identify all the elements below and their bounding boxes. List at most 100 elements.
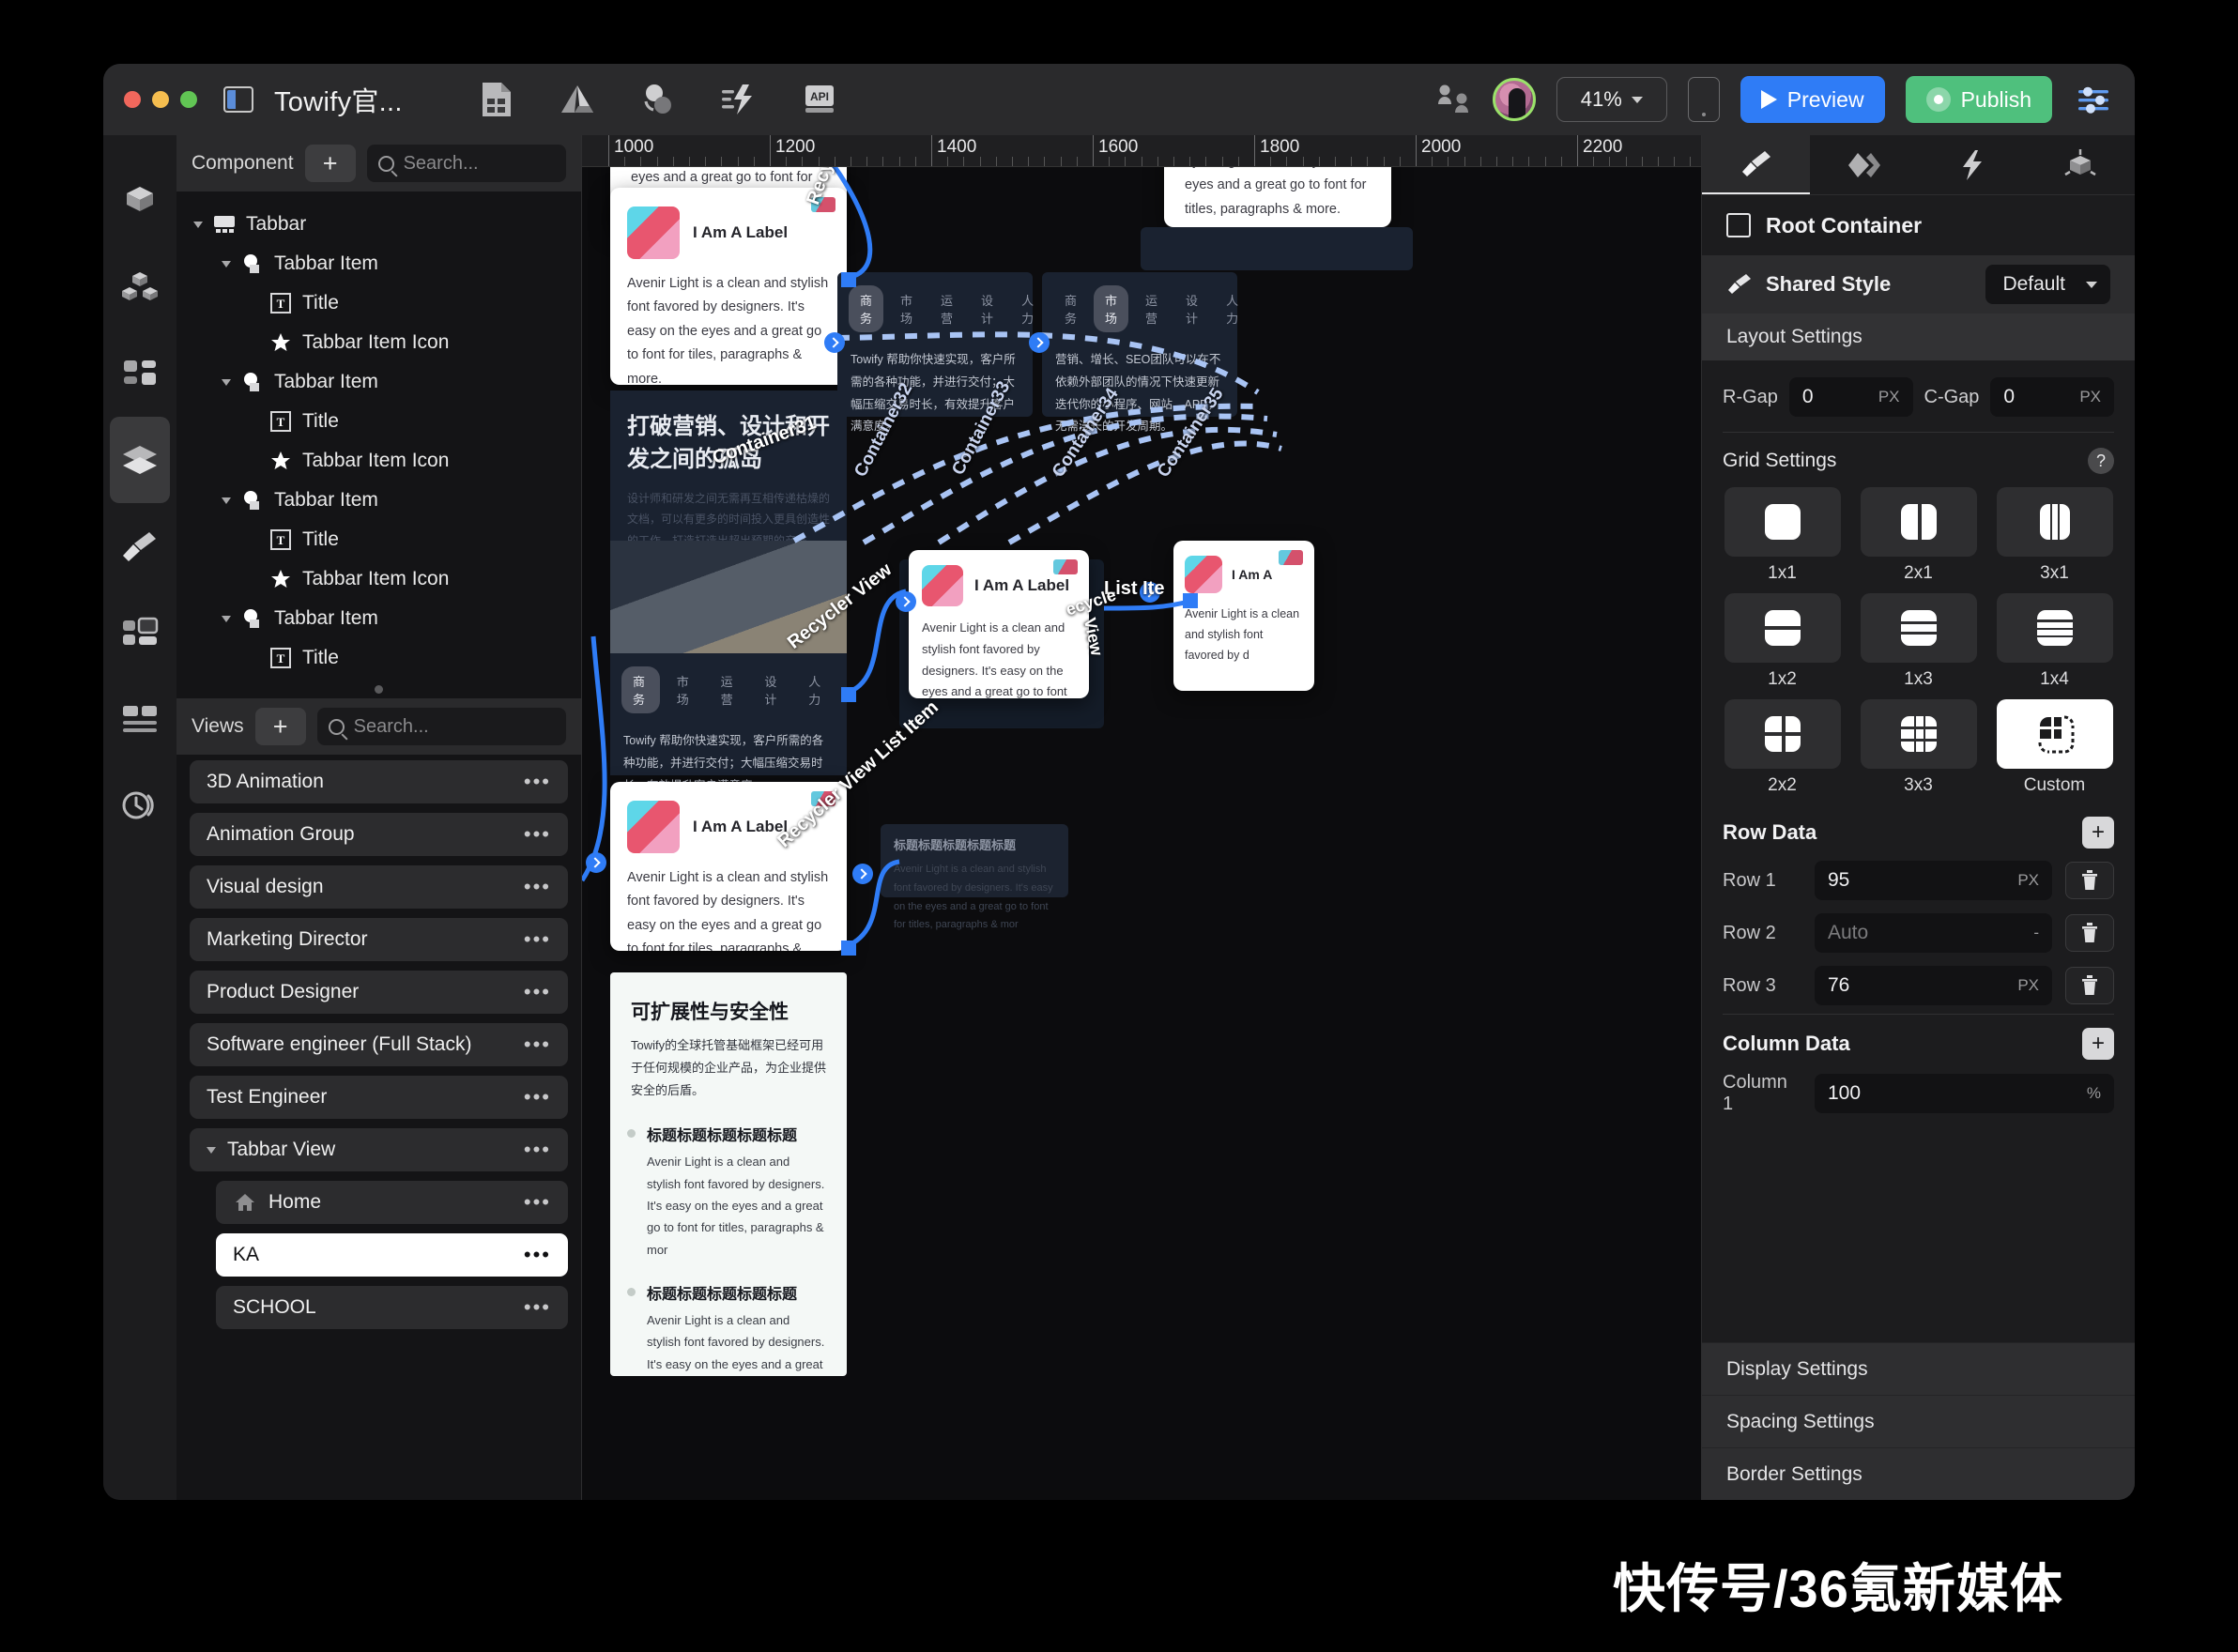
chevron-down-icon[interactable] bbox=[193, 221, 203, 228]
tab-pill[interactable]: 运营 bbox=[929, 285, 964, 332]
view-list-item[interactable]: Product Designer ••• bbox=[190, 971, 568, 1014]
zoom-selector[interactable]: 41% bbox=[1556, 77, 1667, 122]
size-row-input[interactable]: Auto - bbox=[1815, 913, 2052, 953]
grid-preset[interactable]: 2x2 bbox=[1721, 699, 1844, 796]
connector-anchor[interactable] bbox=[586, 852, 606, 873]
canvas-card[interactable]: I Am A Avenir Light is a clean and styli… bbox=[1173, 541, 1314, 691]
connector-anchor[interactable] bbox=[896, 591, 916, 612]
connector-anchor[interactable] bbox=[1029, 332, 1050, 353]
canvas-card[interactable]: I Am A Label Avenir Light is a clean and… bbox=[610, 188, 847, 385]
help-icon[interactable]: ? bbox=[2088, 448, 2114, 474]
bottom-tab-card[interactable]: 商务 市场 运营 设计 人力 Towify 帮助你快速实现，客户所需的各种功能，并进行交… bbox=[610, 653, 847, 792]
view-list-item[interactable]: Software engineer (Full Stack) ••• bbox=[190, 1023, 568, 1066]
sidebar-item-layout[interactable] bbox=[110, 589, 170, 676]
tab-pill[interactable]: 人力 bbox=[1215, 285, 1249, 332]
row-menu-button[interactable]: ••• bbox=[524, 929, 551, 950]
tab-pill[interactable]: 设计 bbox=[970, 285, 1004, 332]
grid-preset-icon[interactable] bbox=[1860, 487, 1977, 557]
collaborators-icon[interactable] bbox=[1434, 81, 1472, 118]
component-search-input[interactable]: Search... bbox=[366, 145, 566, 182]
tree-row[interactable]: Tabbar Item bbox=[176, 244, 581, 283]
row-menu-button[interactable]: ••• bbox=[524, 1034, 551, 1055]
tree-row[interactable]: T Title bbox=[176, 283, 581, 323]
view-list-item[interactable]: 3D Animation ••• bbox=[190, 760, 568, 803]
sidebar-item-component[interactable] bbox=[110, 158, 170, 244]
grid-preset-icon[interactable] bbox=[1996, 593, 2113, 663]
row-menu-button[interactable]: ••• bbox=[524, 1192, 551, 1213]
view-list-item[interactable]: Marketing Director ••• bbox=[190, 918, 568, 961]
sidebar-item-grid[interactable] bbox=[110, 330, 170, 417]
row-menu-button[interactable]: ••• bbox=[524, 1140, 551, 1160]
canvas-card[interactable]: by designers. It's easy on the eyes and … bbox=[1164, 167, 1391, 227]
r-gap-input[interactable]: 0 PX bbox=[1788, 377, 1913, 417]
add-row-button[interactable]: + bbox=[2082, 817, 2114, 849]
row-menu-button[interactable]: ••• bbox=[524, 824, 551, 845]
sliders-icon[interactable] bbox=[2073, 79, 2114, 120]
size-row-input[interactable]: 76 PX bbox=[1815, 966, 2052, 1005]
row-menu-button[interactable]: ••• bbox=[524, 1245, 551, 1265]
sidebar-item-history[interactable] bbox=[110, 762, 170, 849]
tab-layers[interactable] bbox=[1810, 135, 1918, 194]
properties-section-header[interactable]: Border Settings bbox=[1702, 1447, 2135, 1500]
connector-node[interactable] bbox=[1183, 593, 1198, 608]
grid-preset[interactable]: 1x4 bbox=[1993, 593, 2116, 690]
canvas-stage[interactable]: by designers. It's easy on the eyes and … bbox=[582, 167, 1701, 1500]
connector-anchor[interactable] bbox=[824, 332, 845, 353]
connector-anchor[interactable] bbox=[852, 864, 873, 884]
chevron-down-icon[interactable] bbox=[207, 1146, 216, 1154]
tab-pill[interactable]: 运营 bbox=[710, 666, 748, 713]
tab-pill[interactable]: 市场 bbox=[666, 666, 704, 713]
view-list-item[interactable]: Tabbar View ••• bbox=[190, 1128, 568, 1171]
view-list-item[interactable]: SCHOOL ••• bbox=[216, 1286, 568, 1329]
panel-toggle-icon[interactable] bbox=[223, 86, 253, 113]
tab-style[interactable] bbox=[1702, 135, 1811, 194]
connector-node[interactable] bbox=[841, 941, 856, 956]
sidebar-item-layers[interactable] bbox=[110, 417, 170, 503]
delete-row-button[interactable] bbox=[2065, 967, 2114, 1004]
grid-preset[interactable]: Custom bbox=[1993, 699, 2116, 796]
theme-icon[interactable] bbox=[639, 81, 677, 118]
add-view-button[interactable]: + bbox=[254, 708, 306, 745]
grid-preset-icon[interactable] bbox=[1860, 699, 1977, 769]
add-column-button[interactable]: + bbox=[2082, 1028, 2114, 1060]
tab-pill[interactable]: 运营 bbox=[1134, 285, 1169, 332]
c-gap-input[interactable]: 0 PX bbox=[1990, 377, 2114, 417]
avatar[interactable] bbox=[1492, 78, 1536, 121]
canvas-card[interactable]: I Am A Label Avenir Light is a clean and… bbox=[909, 550, 1089, 698]
row-menu-button[interactable]: ••• bbox=[524, 877, 551, 897]
row-menu-button[interactable]: ••• bbox=[524, 982, 551, 1002]
publish-button[interactable]: Publish bbox=[1905, 76, 2052, 123]
views-search-input[interactable]: Search... bbox=[316, 708, 566, 745]
chevron-down-icon[interactable] bbox=[222, 378, 231, 386]
action-icon[interactable] bbox=[720, 81, 758, 118]
api-icon[interactable]: API bbox=[801, 81, 838, 118]
chevron-down-icon[interactable] bbox=[222, 497, 231, 504]
tree-row[interactable]: Tabbar Item bbox=[176, 599, 581, 638]
tree-row[interactable]: Tabbar Item bbox=[176, 362, 581, 402]
maximize-button[interactable] bbox=[180, 91, 197, 108]
tab-pill[interactable]: 商务 bbox=[621, 666, 660, 713]
grid-preset[interactable]: 3x1 bbox=[1993, 487, 2116, 584]
tab-3d[interactable] bbox=[2027, 135, 2135, 194]
tab-pill[interactable]: 市场 bbox=[889, 285, 924, 332]
sidebar-item-list[interactable] bbox=[110, 676, 170, 762]
tab-pill[interactable]: 设计 bbox=[753, 666, 791, 713]
connector-node[interactable] bbox=[841, 272, 856, 287]
tree-row[interactable]: T Title bbox=[176, 520, 581, 559]
tab-pill[interactable]: 商务 bbox=[1053, 285, 1088, 332]
panel-resize-handle[interactable] bbox=[176, 680, 581, 698]
sheet-icon[interactable] bbox=[478, 81, 515, 118]
view-list-item[interactable]: KA ••• bbox=[216, 1233, 568, 1277]
grid-preset-icon[interactable] bbox=[1996, 699, 2113, 769]
grid-preset[interactable]: 1x1 bbox=[1721, 487, 1844, 584]
grid-preset[interactable]: 3x3 bbox=[1857, 699, 1980, 796]
grid-preset[interactable]: 1x2 bbox=[1721, 593, 1844, 690]
tab-pill[interactable]: 人力 bbox=[797, 666, 835, 713]
canvas[interactable]: 1000 1200 1400 1600 1800 2000 2200 by designer… bbox=[582, 135, 1701, 1500]
view-list-item[interactable]: Test Engineer ••• bbox=[190, 1076, 568, 1119]
chevron-down-icon[interactable] bbox=[222, 260, 231, 268]
grid-preset-icon[interactable] bbox=[1996, 487, 2113, 557]
layout-settings-header[interactable]: Layout Settings bbox=[1702, 314, 2135, 360]
tree-row[interactable]: Tabbar bbox=[176, 205, 581, 244]
grid-preset-icon[interactable] bbox=[1724, 487, 1841, 557]
